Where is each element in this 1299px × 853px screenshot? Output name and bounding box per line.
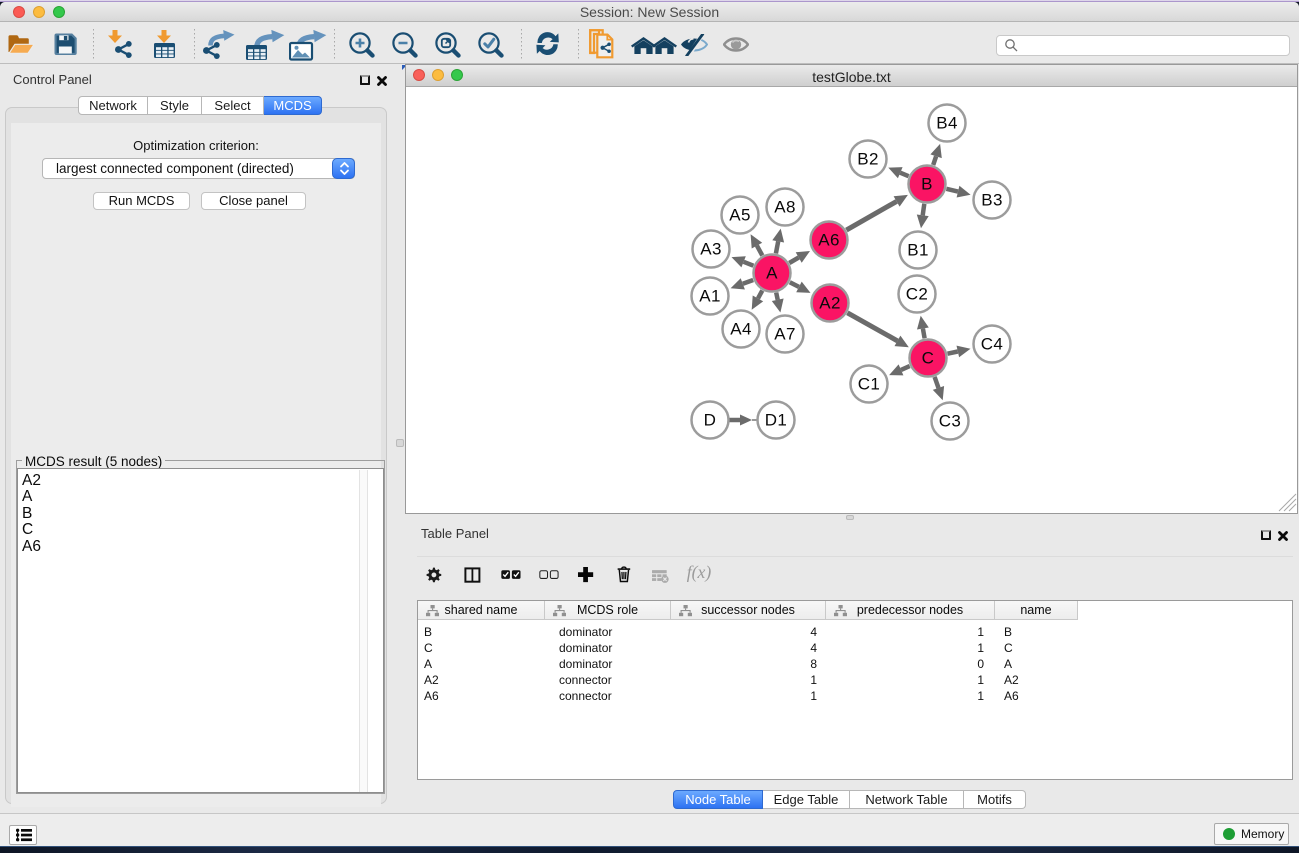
- svg-text:B1: B1: [907, 241, 929, 260]
- svg-text:B2: B2: [857, 150, 879, 169]
- svg-text:D: D: [704, 411, 717, 430]
- svg-text:A3: A3: [700, 240, 722, 259]
- svg-text:C3: C3: [939, 412, 962, 431]
- svg-text:A1: A1: [699, 287, 721, 306]
- svg-text:C4: C4: [981, 335, 1004, 354]
- svg-text:C: C: [922, 349, 935, 368]
- svg-text:A: A: [766, 264, 778, 283]
- svg-text:A5: A5: [729, 206, 751, 225]
- svg-text:f(x): f(x): [687, 563, 712, 582]
- svg-text:A4: A4: [730, 320, 752, 339]
- svg-text:A7: A7: [774, 325, 796, 344]
- svg-text:C1: C1: [858, 375, 881, 394]
- svg-text:B3: B3: [981, 191, 1003, 210]
- svg-text:A8: A8: [774, 198, 796, 217]
- svg-text:B4: B4: [936, 114, 958, 133]
- svg-text:A6: A6: [818, 231, 840, 250]
- svg-text:D1: D1: [765, 411, 788, 430]
- svg-text:C2: C2: [906, 285, 929, 304]
- svg-text:B: B: [921, 175, 933, 194]
- svg-text:A2: A2: [819, 294, 841, 313]
